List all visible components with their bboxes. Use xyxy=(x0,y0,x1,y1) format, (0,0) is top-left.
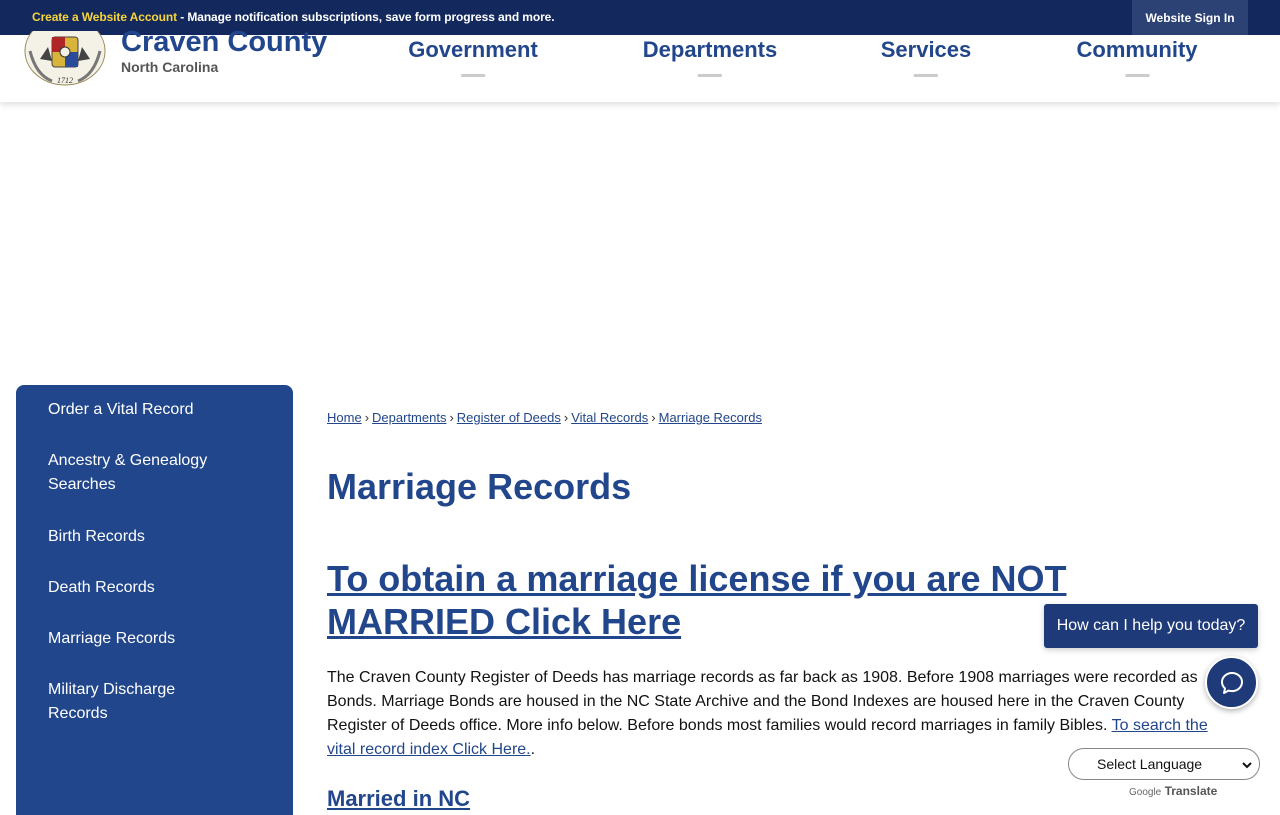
chat-open-button[interactable] xyxy=(1205,656,1258,709)
breadcrumb-separator: › xyxy=(364,410,370,425)
intro-text: The Craven County Register of Deeds has … xyxy=(327,669,1198,734)
nav-indicator xyxy=(461,74,485,77)
breadcrumb-home[interactable]: Home xyxy=(327,410,362,425)
breadcrumb-separator: › xyxy=(651,410,656,425)
nav-indicator xyxy=(914,74,938,77)
account-message: Create a Website Account - Manage notifi… xyxy=(32,10,555,24)
breadcrumb-register-of-deeds[interactable]: Register of Deeds xyxy=(457,410,561,425)
nav-label: Services xyxy=(880,37,972,62)
breadcrumb-marriage-records[interactable]: Marriage Records xyxy=(659,410,762,425)
nav-label: Government xyxy=(408,37,538,62)
nav-indicator xyxy=(1125,74,1149,77)
section-sidebar: Order a Vital Record Ancestry & Genealog… xyxy=(16,385,293,815)
chevron-down-icon xyxy=(1242,762,1252,769)
translate-label: Translate xyxy=(1164,784,1218,798)
nav-services[interactable]: Services xyxy=(880,37,972,77)
nav-departments[interactable]: Departments xyxy=(643,37,777,77)
breadcrumb-separator: › xyxy=(563,410,569,425)
nav-community[interactable]: Community xyxy=(1077,37,1198,77)
breadcrumb-separator: › xyxy=(449,410,454,425)
intro-end: . xyxy=(530,741,536,758)
account-description: - Manage notification subscriptions, sav… xyxy=(176,10,555,24)
sidebar-item-death-records[interactable]: Death Records xyxy=(48,576,258,600)
sidebar-item-ancestry-genealogy[interactable]: Ancestry & Genealogy Searches xyxy=(48,449,258,497)
breadcrumb: Home › Departments › Register of Deeds › Vital… xyxy=(327,410,762,425)
sidebar-item-birth-records[interactable]: Birth Records xyxy=(48,525,258,549)
brand-name[interactable]: Craven County xyxy=(121,26,327,59)
sidebar-item-military-discharge[interactable]: Military Discharge Records xyxy=(48,678,208,726)
google-logo-text: Google xyxy=(1129,787,1162,798)
chat-bubble-icon xyxy=(1220,671,1243,694)
nav-indicator xyxy=(697,74,722,77)
married-in-nc-heading[interactable]: Married in NC xyxy=(327,786,470,812)
sidebar-item-order-vital-record[interactable]: Order a Vital Record xyxy=(48,398,258,422)
county-seal-logo[interactable]: 1712 xyxy=(22,31,108,89)
chat-prompt-bubble[interactable]: How can I help you today? xyxy=(1044,604,1258,648)
page-title: Marriage Records xyxy=(327,466,632,507)
site-header: 1712 Craven County North Carolina Govern… xyxy=(0,26,1280,102)
language-select-value: Select Language xyxy=(1097,756,1203,772)
seal-year: 1712 xyxy=(57,76,73,85)
brand-subtitle: North Carolina xyxy=(121,59,219,75)
nav-government[interactable]: Government xyxy=(408,37,538,77)
breadcrumb-vital-records[interactable]: Vital Records xyxy=(571,410,648,425)
website-sign-in-button[interactable]: Website Sign In xyxy=(1132,0,1248,35)
marriage-license-link[interactable]: To obtain a marriage license if you are … xyxy=(327,557,1147,643)
breadcrumb-departments[interactable]: Departments xyxy=(372,410,446,425)
nav-label: Departments xyxy=(642,37,778,62)
google-translate-credit[interactable]: Google Translate xyxy=(1129,784,1217,798)
language-select[interactable]: Select Language xyxy=(1068,748,1260,780)
nav-label: Community xyxy=(1076,37,1198,62)
create-account-link[interactable]: Create a Website Account xyxy=(32,10,177,24)
sidebar-item-marriage-records[interactable]: Marriage Records xyxy=(48,627,258,651)
